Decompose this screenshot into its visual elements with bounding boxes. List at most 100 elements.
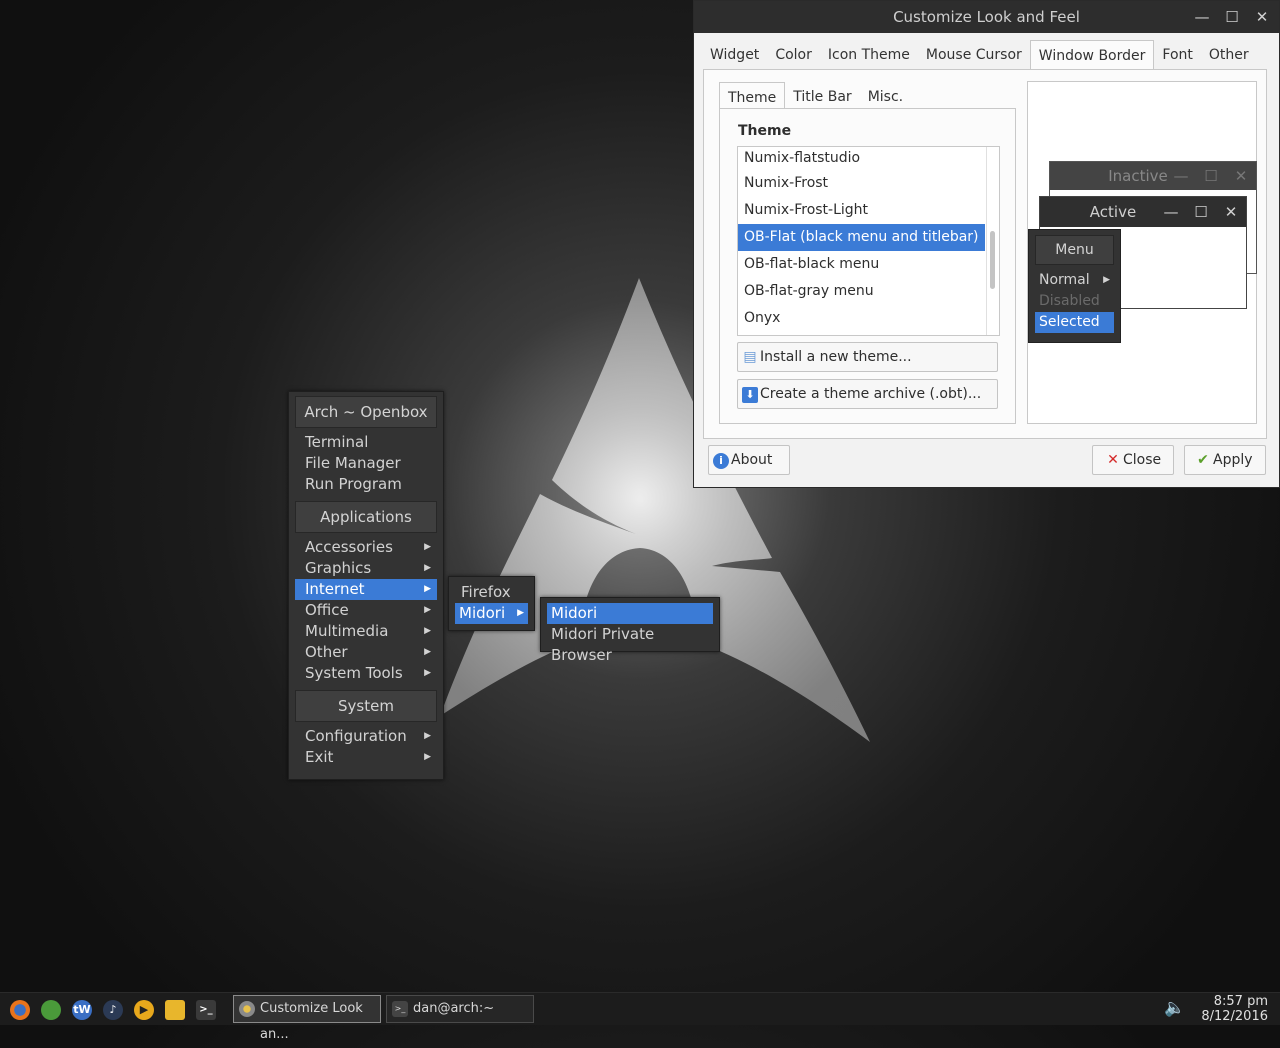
window-border-panel: Theme Title Bar Misc. Theme Numix-flatst… [703,69,1267,439]
tab-color[interactable]: Color [767,40,820,70]
info-icon: i [713,453,729,469]
preview-active-titlebar: Active — ☐ ✕ [1040,197,1246,227]
about-button[interactable]: i About [708,445,790,475]
maximize-icon: ☐ [1204,167,1218,185]
menu-item-run-program[interactable]: Run Program [295,474,437,495]
menu-item-label: Exit [305,748,334,766]
theme-list[interactable]: Numix-flatstudio Numix-Frost Numix-Frost… [737,146,1000,336]
menu-item-label: Midori [459,604,506,622]
submenu-arrow-icon: ▶ [424,626,431,636]
preview-normal-label: Normal [1039,272,1090,288]
menu-item-accessories[interactable]: Accessories ▶ [295,537,437,558]
menu-item-midori[interactable]: Midori ▶ [455,603,528,624]
main-tabs: Widget Color Icon Theme Mouse Cursor Win… [702,40,1257,71]
minimize-icon: — [1163,203,1179,221]
menu-item-exit[interactable]: Exit ▶ [295,747,437,768]
theme-subpanel: Theme Numix-flatstudio Numix-Frost Numix… [719,108,1016,424]
menu-item-internet[interactable]: Internet ▶ [295,579,437,600]
menu-item-midori-launch[interactable]: Midori [547,603,713,624]
menu-item-midori-private[interactable]: Midori Private Browser [547,624,713,664]
submenu-arrow-icon: ▶ [424,584,431,594]
menu-item-office[interactable]: Office ▶ [295,600,437,621]
window-titlebar[interactable]: Customize Look and Feel — ☐ ✕ [694,1,1279,33]
taskbar: tW ♪ ▶ >_ Customize Look an... >_ dan@ar… [0,992,1280,1042]
install-theme-button[interactable]: ▤ Install a new theme... [737,342,998,372]
theme-list-item[interactable]: Numix-Frost [738,170,999,197]
web-browser-icon[interactable] [41,1000,61,1020]
menu-item-firefox[interactable]: Firefox [455,582,528,603]
minimize-icon[interactable]: — [1187,1,1217,33]
close-button[interactable]: ✕ Close [1092,445,1174,475]
preview-menu-normal: Normal ▶ [1035,270,1114,291]
create-archive-button[interactable]: ⬇ Create a theme archive (.obt)... [737,379,998,409]
maximize-icon: ☐ [1194,203,1208,221]
maximize-icon[interactable]: ☐ [1217,1,1247,33]
tab-mouse-cursor[interactable]: Mouse Cursor [918,40,1030,70]
terminal-icon[interactable]: >_ [196,1000,216,1020]
theme-list-item[interactable]: OB-flat-gray menu [738,278,999,305]
preview-menu: Menu Normal ▶ Disabled Selected [1028,229,1121,343]
menu-item-graphics[interactable]: Graphics ▶ [295,558,437,579]
submenu-arrow-icon: ▶ [424,542,431,552]
submenu-arrow-icon: ▶ [424,563,431,573]
close-icon: ✕ [1224,203,1238,221]
preview-inactive-titlebar: Inactive — ☐ ✕ [1050,162,1256,190]
theme-list-item[interactable]: OB-flat-black menu [738,251,999,278]
create-archive-label: Create a theme archive (.obt)... [760,386,982,402]
scrollbar-thumb[interactable] [990,231,995,289]
customize-app-icon [239,1001,255,1017]
task-customize-window[interactable]: Customize Look an... [233,995,381,1042]
theme-list-item[interactable]: Onyx [738,305,999,332]
close-icon: ✕ [1234,167,1248,185]
tab-window-border[interactable]: Window Border [1029,40,1155,71]
clock-time: 8:57 pm [1213,994,1268,1009]
menu-item-file-manager[interactable]: File Manager [295,453,437,474]
media-player-icon[interactable]: ▶ [134,1000,154,1020]
clock[interactable]: 8:57 pm 8/12/2016 [1201,994,1268,1024]
menu-item-label: Internet [305,580,365,598]
theme-list-scrollbar[interactable] [986,147,999,335]
menu-item-configuration[interactable]: Configuration ▶ [295,726,437,747]
tab-other[interactable]: Other [1201,40,1257,70]
apply-button[interactable]: ✔ Apply [1184,445,1266,475]
theme-list-item-selected[interactable]: OB-Flat (black menu and titlebar) [738,224,985,251]
theme-section-title: Theme [738,123,792,139]
install-theme-label: Install a new theme... [760,349,912,365]
submenu-arrow-icon: ▶ [424,731,431,741]
submenu-arrow-icon: ▶ [1103,275,1110,285]
submenu-arrow-icon: ▶ [424,605,431,615]
submenu-arrow-icon: ▶ [424,752,431,762]
theme-list-item[interactable]: Numix-Frost-Light [738,197,999,224]
preview-menu-disabled: Disabled [1039,293,1100,309]
theme-list-item[interactable]: Numix-flatstudio [738,147,999,170]
menu-item-other[interactable]: Other ▶ [295,642,437,663]
close-icon[interactable]: ✕ [1247,1,1277,33]
tab-font[interactable]: Font [1154,40,1200,70]
preview-menu-selected: Selected [1035,312,1114,333]
internet-submenu: Firefox Midori ▶ [448,576,535,631]
preview-active-label: Active [1089,203,1137,221]
menu-item-label: Multimedia [305,622,389,640]
volume-icon[interactable]: 🔈 [1164,998,1185,1018]
tw-icon[interactable]: tW [72,1000,92,1020]
menu-item-label: System Tools [305,664,403,682]
midori-submenu: Midori Midori Private Browser [540,597,720,664]
close-label: Close [1123,452,1162,468]
menu-header-arch: Arch ~ Openbox [295,396,437,428]
music-icon[interactable]: ♪ [103,1000,123,1020]
tab-icon-theme[interactable]: Icon Theme [820,40,918,70]
menu-item-multimedia[interactable]: Multimedia ▶ [295,621,437,642]
close-x-icon: ✕ [1107,452,1119,468]
preview-menu-header: Menu [1035,235,1114,265]
tab-widget[interactable]: Widget [702,40,767,70]
menu-item-label: Graphics [305,559,372,577]
menu-item-terminal[interactable]: Terminal [295,432,437,453]
task-terminal[interactable]: >_ dan@arch:~ [386,995,534,1023]
file-manager-icon[interactable] [165,1000,185,1020]
download-icon: ⬇ [742,387,758,403]
menu-header-system: System [295,690,437,722]
clock-date: 8/12/2016 [1201,1009,1268,1024]
checkmark-icon: ✔ [1197,452,1209,468]
firefox-icon[interactable] [10,1000,30,1020]
menu-item-system-tools[interactable]: System Tools ▶ [295,663,437,684]
